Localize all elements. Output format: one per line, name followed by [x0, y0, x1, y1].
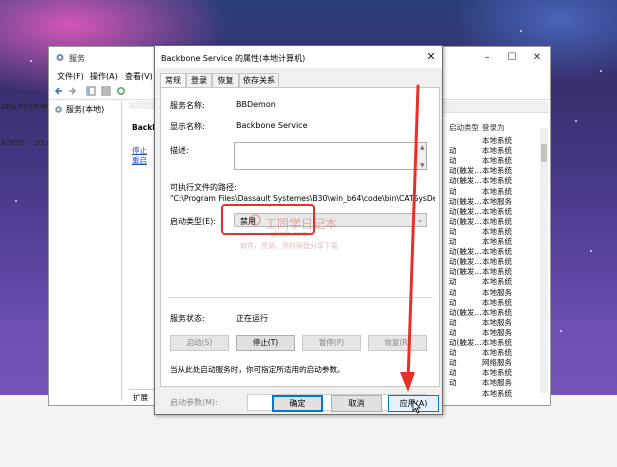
column-logon-as[interactable]: 登录为	[482, 122, 505, 133]
service-list-scrollbar[interactable]	[540, 128, 548, 393]
console-tree-pane: 服务(本地)	[50, 101, 122, 401]
service-name-value: BBDemon	[236, 100, 276, 109]
tab-extended[interactable]: 扩展	[133, 392, 148, 403]
dialog-close-button[interactable]: ✕	[423, 49, 439, 65]
exe-path-value: "C:\Program Files\Dassault Systemes\B30\…	[170, 194, 435, 203]
ok-button[interactable]: 确定	[272, 395, 323, 412]
cancel-button[interactable]: 取消	[331, 395, 382, 412]
services-window-title: 服务	[69, 54, 85, 63]
resume-button[interactable]: 恢复(R)	[368, 335, 427, 351]
service-row-startup-type: 动	[449, 378, 457, 388]
service-row-logon-as: 本地系统	[482, 388, 512, 398]
properties-icon[interactable]	[101, 86, 111, 96]
display-name-value: Backbone Service	[236, 121, 308, 130]
refresh-icon[interactable]	[116, 86, 126, 96]
tab-general[interactable]: 常规	[160, 73, 186, 88]
display-name-label: 显示名称:	[170, 122, 205, 131]
separator	[168, 297, 433, 298]
chevron-down-icon: ⌄	[417, 216, 423, 224]
scroll-up-icon[interactable]: ▲	[420, 144, 425, 151]
description-scrollbar[interactable]: ▲ ▼	[417, 143, 426, 169]
service-list-header: 启动类型 登录为	[449, 122, 544, 132]
menu-action[interactable]: 操作(A)	[90, 71, 118, 82]
tab-dependencies[interactable]: 依存关系	[239, 73, 279, 87]
maximize-button[interactable]: ☐	[505, 51, 519, 65]
column-startup-type[interactable]: 启动类型	[449, 122, 479, 133]
stop-button[interactable]: 停止(T)	[236, 335, 295, 351]
exe-path-label: 可执行文件的路径:	[170, 183, 237, 192]
startup-type-label: 启动类型(E):	[170, 217, 216, 226]
scrollbar-thumb[interactable]	[541, 144, 547, 162]
back-arrow-icon[interactable]	[54, 86, 64, 96]
description-field[interactable]: ▲ ▼	[234, 142, 427, 170]
highlight-box	[221, 204, 315, 235]
tree-item-services-local[interactable]: 服务(本地)	[54, 104, 104, 115]
watermark-subtext: 软件、资源、资料网盘分享下载	[240, 242, 338, 250]
dialog-titlebar: Backbone Service 的属性(本地计算机) ✕	[155, 46, 442, 68]
start-button[interactable]: 启动(S)	[170, 335, 229, 351]
service-status-label: 服务状态:	[170, 314, 205, 323]
mouse-cursor-icon	[412, 400, 421, 414]
scroll-down-icon[interactable]: ▼	[420, 162, 425, 169]
menu-view[interactable]: 查看(V)	[125, 71, 153, 82]
services-app-icon	[56, 54, 64, 61]
tree-item-label: 服务(本地)	[66, 105, 105, 114]
restart-service-link[interactable]: 重启	[132, 155, 147, 166]
minimize-button[interactable]: –	[480, 51, 494, 65]
side-text-1: ATIA.P3.V5-6R	[1, 103, 51, 111]
description-label: 描述:	[170, 146, 189, 155]
console-tree-icon[interactable]	[86, 86, 96, 96]
pause-button[interactable]: 暂停(P)	[302, 335, 361, 351]
dialog-title: Backbone Service 的属性(本地计算机)	[161, 54, 306, 63]
menu-file[interactable]: 文件(F)	[57, 71, 84, 82]
tab-recovery[interactable]: 恢复	[212, 73, 239, 87]
side-text-2: R2020	[1, 139, 24, 147]
tab-logon[interactable]: 登录	[186, 73, 212, 87]
close-button[interactable]: ✕	[530, 51, 544, 65]
service-status-value: 正在运行	[236, 314, 268, 323]
start-params-label: 启动参数(M):	[170, 398, 218, 407]
service-name-label: 服务名称:	[170, 101, 205, 110]
forward-arrow-icon[interactable]	[67, 86, 77, 96]
start-params-hint: 当从此处启动服务时，你可指定所适用的启动参数。	[170, 365, 345, 374]
dialog-tabstrip: 常规 登录 恢复 依存关系	[160, 73, 437, 88]
gear-icon	[55, 106, 62, 113]
